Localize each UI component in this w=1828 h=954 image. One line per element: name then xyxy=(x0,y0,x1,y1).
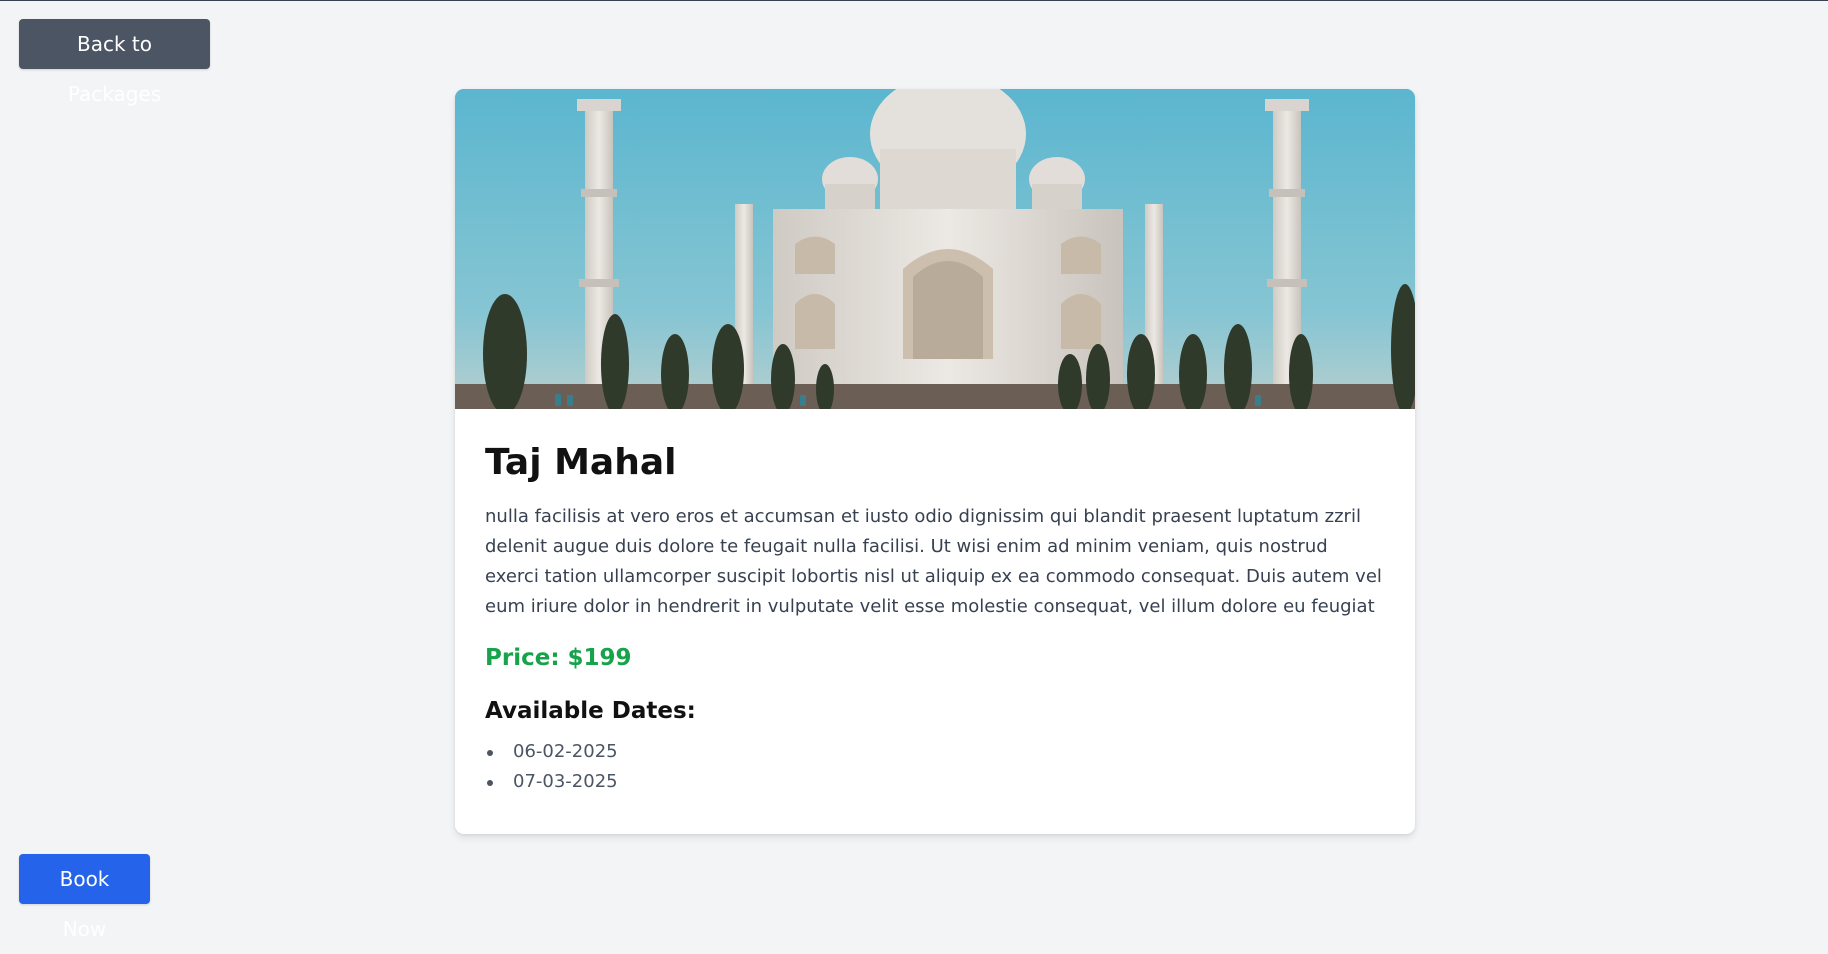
back-to-packages-button[interactable]: Back to Packages xyxy=(19,19,210,106)
book-now-button[interactable]: Book Now xyxy=(19,854,150,941)
package-details: Taj Mahal nulla facilisis at vero eros e… xyxy=(455,409,1415,797)
available-dates-heading: Available Dates: xyxy=(485,698,696,724)
date-item: 07-03-2025 xyxy=(485,767,1385,797)
taj-mahal-illustration xyxy=(455,89,1415,409)
package-price: Price: $199 xyxy=(485,645,632,671)
date-text: 07-03-2025 xyxy=(513,771,618,792)
available-dates-list: 06-02-2025 07-03-2025 xyxy=(485,737,1385,797)
package-image xyxy=(455,89,1415,409)
top-border xyxy=(0,0,1828,1)
bullet-icon xyxy=(487,780,493,786)
bullet-icon xyxy=(487,750,493,756)
package-title: Taj Mahal xyxy=(485,442,677,483)
date-text: 06-02-2025 xyxy=(513,741,618,762)
date-item: 06-02-2025 xyxy=(485,737,1385,767)
package-card: Taj Mahal nulla facilisis at vero eros e… xyxy=(455,89,1415,834)
package-description: nulla facilisis at vero eros et accumsan… xyxy=(485,506,1382,617)
